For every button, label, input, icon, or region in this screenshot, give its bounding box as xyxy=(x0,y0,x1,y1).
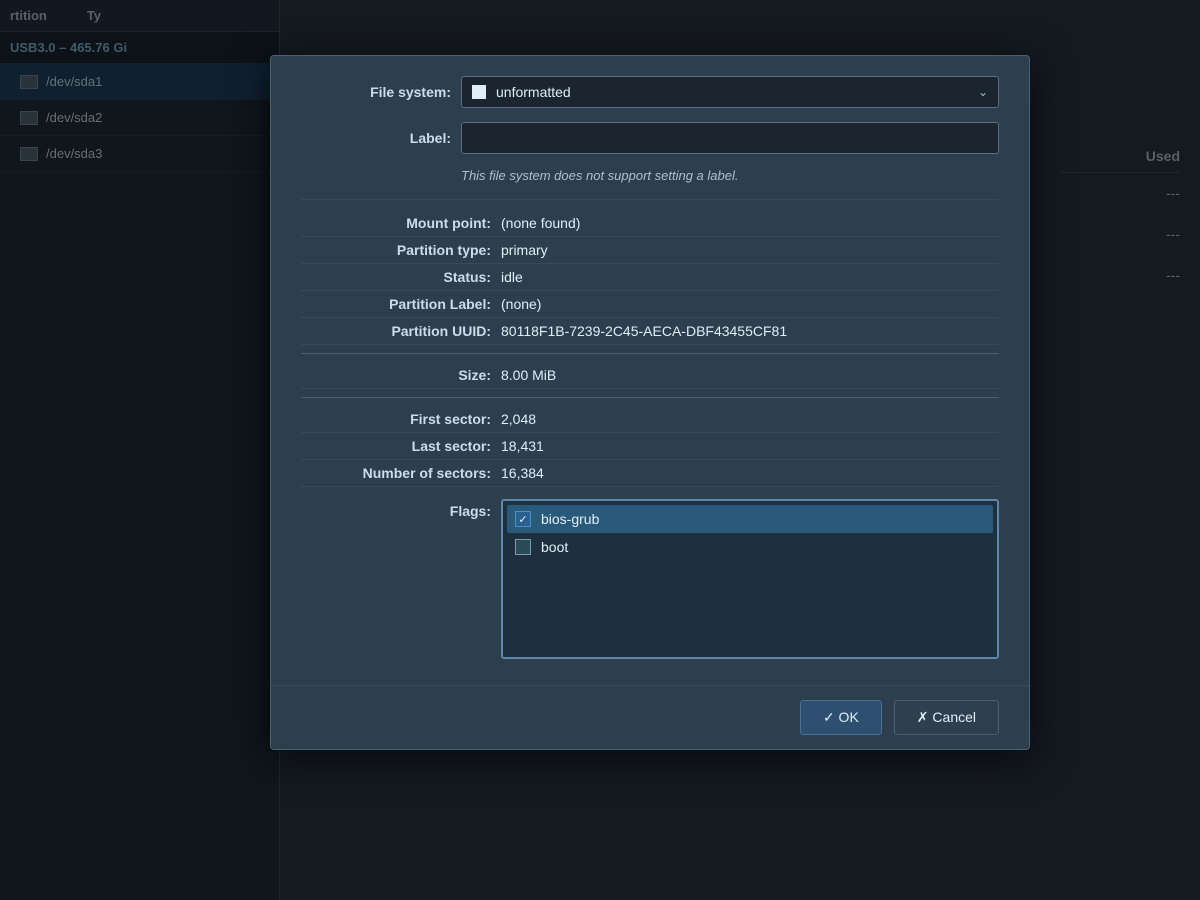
num-sectors-row: Number of sectors: 16,384 xyxy=(301,460,999,487)
first-sector-label: First sector: xyxy=(301,411,501,427)
size-value: 8.00 MiB xyxy=(501,367,556,383)
filesystem-dropdown-left: unformatted xyxy=(472,84,571,100)
partition-dialog: File system: unformatted ⌄ Label: This f… xyxy=(270,55,1030,750)
status-row: Status: idle xyxy=(301,264,999,291)
filesystem-label: File system: xyxy=(301,84,451,100)
label-input[interactable] xyxy=(461,122,999,154)
num-sectors-value: 16,384 xyxy=(501,465,544,481)
separator-2 xyxy=(301,353,999,354)
label-hint-text: This file system does not support settin… xyxy=(301,168,999,183)
cancel-button[interactable]: ✗ Cancel xyxy=(894,700,999,735)
flag-name-boot: boot xyxy=(541,539,568,555)
filesystem-row: File system: unformatted ⌄ xyxy=(301,76,999,108)
separator-1 xyxy=(301,199,999,200)
partition-uuid-value: 80118F1B-7239-2C45-AECA-DBF43455CF81 xyxy=(501,323,787,339)
mount-point-label: Mount point: xyxy=(301,215,501,231)
partition-type-value: primary xyxy=(501,242,548,258)
chevron-down-icon: ⌄ xyxy=(978,85,988,99)
last-sector-row: Last sector: 18,431 xyxy=(301,433,999,460)
partition-type-row: Partition type: primary xyxy=(301,237,999,264)
flags-row: Flags: bios-grub boot xyxy=(301,493,999,665)
label-field-label: Label: xyxy=(301,130,451,146)
status-value: idle xyxy=(501,269,523,285)
status-label: Status: xyxy=(301,269,501,285)
separator-3 xyxy=(301,397,999,398)
dialog-content: File system: unformatted ⌄ Label: This f… xyxy=(271,56,1029,685)
partition-uuid-label: Partition UUID: xyxy=(301,323,501,339)
partition-label-value: (none) xyxy=(501,296,541,312)
size-label: Size: xyxy=(301,367,501,383)
num-sectors-label: Number of sectors: xyxy=(301,465,501,481)
flag-checkbox-bios-grub[interactable] xyxy=(515,511,531,527)
mount-point-row: Mount point: (none found) xyxy=(301,210,999,237)
filesystem-color-icon xyxy=(472,85,486,99)
ok-button[interactable]: ✓ OK xyxy=(800,700,882,735)
filesystem-value: unformatted xyxy=(496,84,571,100)
flag-checkbox-boot[interactable] xyxy=(515,539,531,555)
filesystem-dropdown[interactable]: unformatted ⌄ xyxy=(461,76,999,108)
partition-uuid-row: Partition UUID: 80118F1B-7239-2C45-AECA-… xyxy=(301,318,999,345)
partition-label-row: Partition Label: (none) xyxy=(301,291,999,318)
flag-item-boot[interactable]: boot xyxy=(507,533,993,561)
flags-label: Flags: xyxy=(301,499,501,519)
size-row: Size: 8.00 MiB xyxy=(301,362,999,389)
partition-label-label: Partition Label: xyxy=(301,296,501,312)
last-sector-value: 18,431 xyxy=(501,438,544,454)
partition-type-label: Partition type: xyxy=(301,242,501,258)
first-sector-value: 2,048 xyxy=(501,411,536,427)
mount-point-value: (none found) xyxy=(501,215,580,231)
flag-item-bios-grub[interactable]: bios-grub xyxy=(507,505,993,533)
label-input-wrap xyxy=(461,122,999,154)
first-sector-row: First sector: 2,048 xyxy=(301,406,999,433)
dialog-footer: ✓ OK ✗ Cancel xyxy=(271,685,1029,749)
filesystem-dropdown-wrap: unformatted ⌄ xyxy=(461,76,999,108)
flags-list: bios-grub boot xyxy=(501,499,999,659)
last-sector-label: Last sector: xyxy=(301,438,501,454)
flag-name-bios-grub: bios-grub xyxy=(541,511,599,527)
label-row: Label: xyxy=(301,122,999,154)
